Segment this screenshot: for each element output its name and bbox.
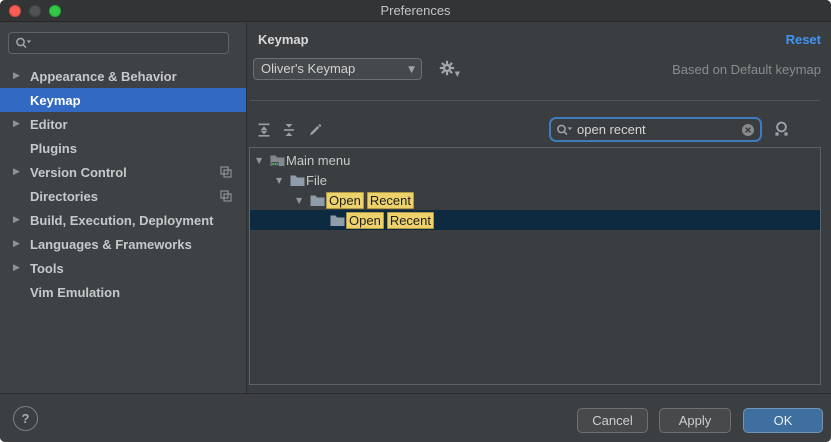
tree-row[interactable]: ▼ Main menu — [250, 150, 820, 170]
chevron-right-icon[interactable]: ▶ — [13, 71, 24, 81]
pencil-icon — [307, 122, 323, 138]
tree-row-label: OpenRecent — [326, 192, 417, 209]
folder-icon — [329, 214, 346, 227]
header-separator — [250, 100, 820, 101]
search-match: Open — [326, 192, 364, 209]
sidebar-item-label: Appearance & Behavior — [30, 69, 177, 84]
chevron-down-icon: ▼ — [408, 60, 415, 80]
settings-search-field[interactable] — [8, 32, 229, 54]
tree-row-label: Main menu — [286, 153, 350, 168]
tree-row-label: OpenRecent — [346, 212, 437, 229]
ok-button[interactable]: OK — [743, 408, 823, 433]
edit-shortcut-button[interactable] — [306, 121, 324, 139]
cancel-button[interactable]: Cancel — [577, 408, 648, 433]
zoom-window-button[interactable] — [49, 5, 61, 17]
main-menu-icon — [269, 154, 286, 167]
close-window-button[interactable] — [9, 5, 21, 17]
sidebar-item-version-control[interactable]: ▶ Version Control — [0, 160, 246, 184]
sidebar-item-label: Directories — [30, 189, 98, 204]
sidebar-item-directories[interactable]: Directories — [0, 184, 246, 208]
find-by-shortcut-icon — [772, 120, 791, 137]
chevron-right-icon[interactable]: ▶ — [13, 215, 24, 225]
chevron-right-icon[interactable]: ▶ — [13, 263, 24, 273]
sidebar-item-label: Vim Emulation — [30, 285, 120, 300]
based-on-label: Based on Default keymap — [672, 62, 821, 77]
sidebar-item-editor[interactable]: ▶ Editor — [0, 112, 246, 136]
sidebar-item-label: Tools — [30, 261, 64, 276]
sidebar-item-label: Editor — [30, 117, 68, 132]
collapse-all-button[interactable] — [280, 121, 298, 139]
folder-icon — [289, 174, 306, 187]
preferences-window: Preferences ▶ Appearance & Behavior Keymap… — [0, 0, 831, 442]
search-match: Recent — [367, 192, 414, 209]
window-title: Preferences — [0, 0, 831, 22]
collapse-all-icon — [281, 122, 297, 138]
keymap-select[interactable]: Oliver's Keymap ▼ — [253, 58, 422, 80]
sidebar-item-keymap[interactable]: Keymap — [0, 88, 246, 112]
close-icon — [741, 123, 755, 137]
tree-row-label: File — [306, 173, 327, 188]
expand-all-button[interactable] — [255, 121, 273, 139]
keymap-panel: Keymap Reset Oliver's Keymap ▼ ▼ Based o… — [248, 23, 831, 393]
settings-category-list: ▶ Appearance & Behavior Keymap ▶ Editor Plugi… — [0, 64, 246, 304]
per-project-icon — [220, 190, 232, 202]
sidebar-item-languages-frameworks[interactable]: ▶ Languages & Frameworks — [0, 232, 246, 256]
tree-row[interactable]: ▼ File — [250, 170, 820, 190]
sidebar-item-label: Keymap — [30, 93, 81, 108]
chevron-down-icon[interactable]: ▼ — [256, 156, 269, 165]
chevron-right-icon[interactable]: ▶ — [13, 119, 24, 129]
folder-icon — [309, 194, 326, 207]
sidebar-item-plugins[interactable]: Plugins — [0, 136, 246, 160]
keymap-search-field[interactable] — [549, 117, 762, 142]
search-match: Open — [346, 212, 384, 229]
titlebar: Preferences — [0, 0, 831, 22]
gear-icon — [439, 60, 455, 76]
settings-sidebar: ▶ Appearance & Behavior Keymap ▶ Editor Plugi… — [0, 23, 247, 393]
sidebar-item-label: Plugins — [30, 141, 77, 156]
sidebar-item-tools[interactable]: ▶ Tools — [0, 256, 246, 280]
actions-tree-panel: ▼Main menu▼File▼OpenRecentOpenRecent — [249, 147, 821, 385]
tree-row[interactable]: ▼ OpenRecent — [250, 190, 820, 210]
help-button[interactable]: ? — [13, 406, 38, 431]
search-match: Recent — [387, 212, 434, 229]
search-icon — [556, 123, 574, 137]
footer: ? Cancel Apply OK — [0, 393, 831, 442]
sidebar-item-appearance-behavior[interactable]: ▶ Appearance & Behavior — [0, 64, 246, 88]
expand-all-icon — [256, 122, 272, 138]
apply-button[interactable]: Apply — [659, 408, 731, 433]
search-icon — [15, 36, 33, 50]
chevron-down-icon: ▼ — [455, 70, 460, 78]
sidebar-item-label: Build, Execution, Deployment — [30, 213, 213, 228]
keymap-search-input[interactable] — [577, 122, 741, 137]
reset-link[interactable]: Reset — [786, 32, 821, 47]
settings-search-input[interactable] — [33, 36, 222, 51]
chevron-right-icon[interactable]: ▶ — [13, 239, 24, 249]
find-by-shortcut-button[interactable] — [772, 120, 791, 137]
chevron-right-icon[interactable]: ▶ — [13, 167, 24, 177]
page-title: Keymap — [258, 32, 309, 47]
sidebar-item-label: Version Control — [30, 165, 127, 180]
chevron-down-icon[interactable]: ▼ — [276, 176, 289, 185]
sidebar-item-label: Languages & Frameworks — [30, 237, 192, 252]
chevron-down-icon[interactable]: ▼ — [296, 196, 309, 205]
actions-tree: ▼Main menu▼File▼OpenRecentOpenRecent — [250, 148, 820, 230]
keymap-settings-button[interactable]: ▼ — [439, 60, 455, 76]
tree-row[interactable]: OpenRecent — [250, 210, 820, 230]
clear-search-button[interactable] — [741, 123, 755, 137]
sidebar-item-build-execution-deployment[interactable]: ▶ Build, Execution, Deployment — [0, 208, 246, 232]
keymap-select-value: Oliver's Keymap — [261, 61, 355, 76]
sidebar-item-vim-emulation[interactable]: Vim Emulation — [0, 280, 246, 304]
per-project-icon — [220, 166, 232, 178]
minimize-window-button[interactable] — [29, 5, 41, 17]
